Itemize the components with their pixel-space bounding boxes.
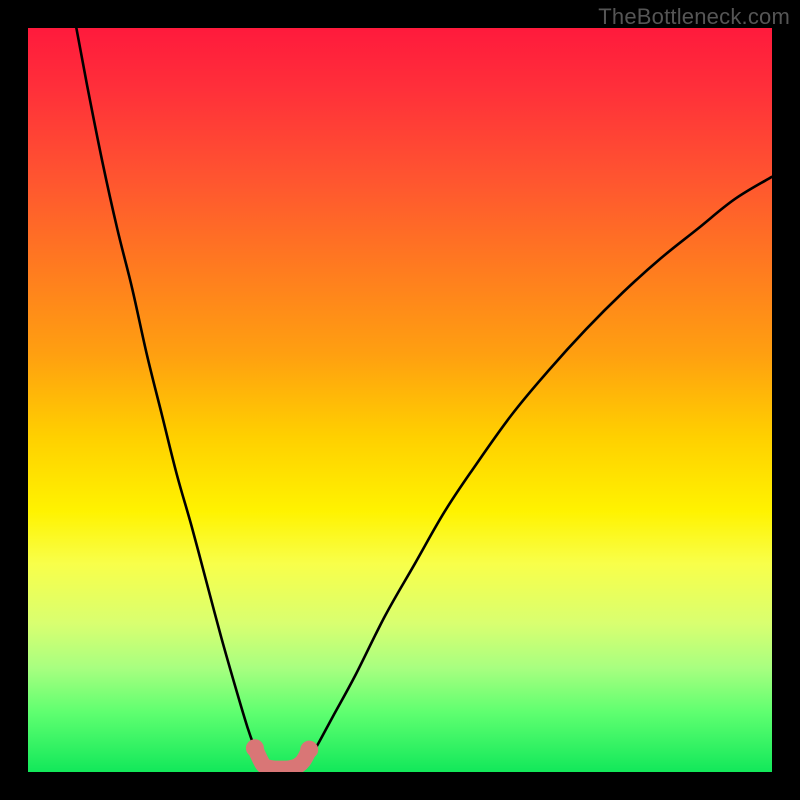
gradient-plot-area — [28, 28, 772, 772]
watermark-text: TheBottleneck.com — [598, 4, 790, 30]
